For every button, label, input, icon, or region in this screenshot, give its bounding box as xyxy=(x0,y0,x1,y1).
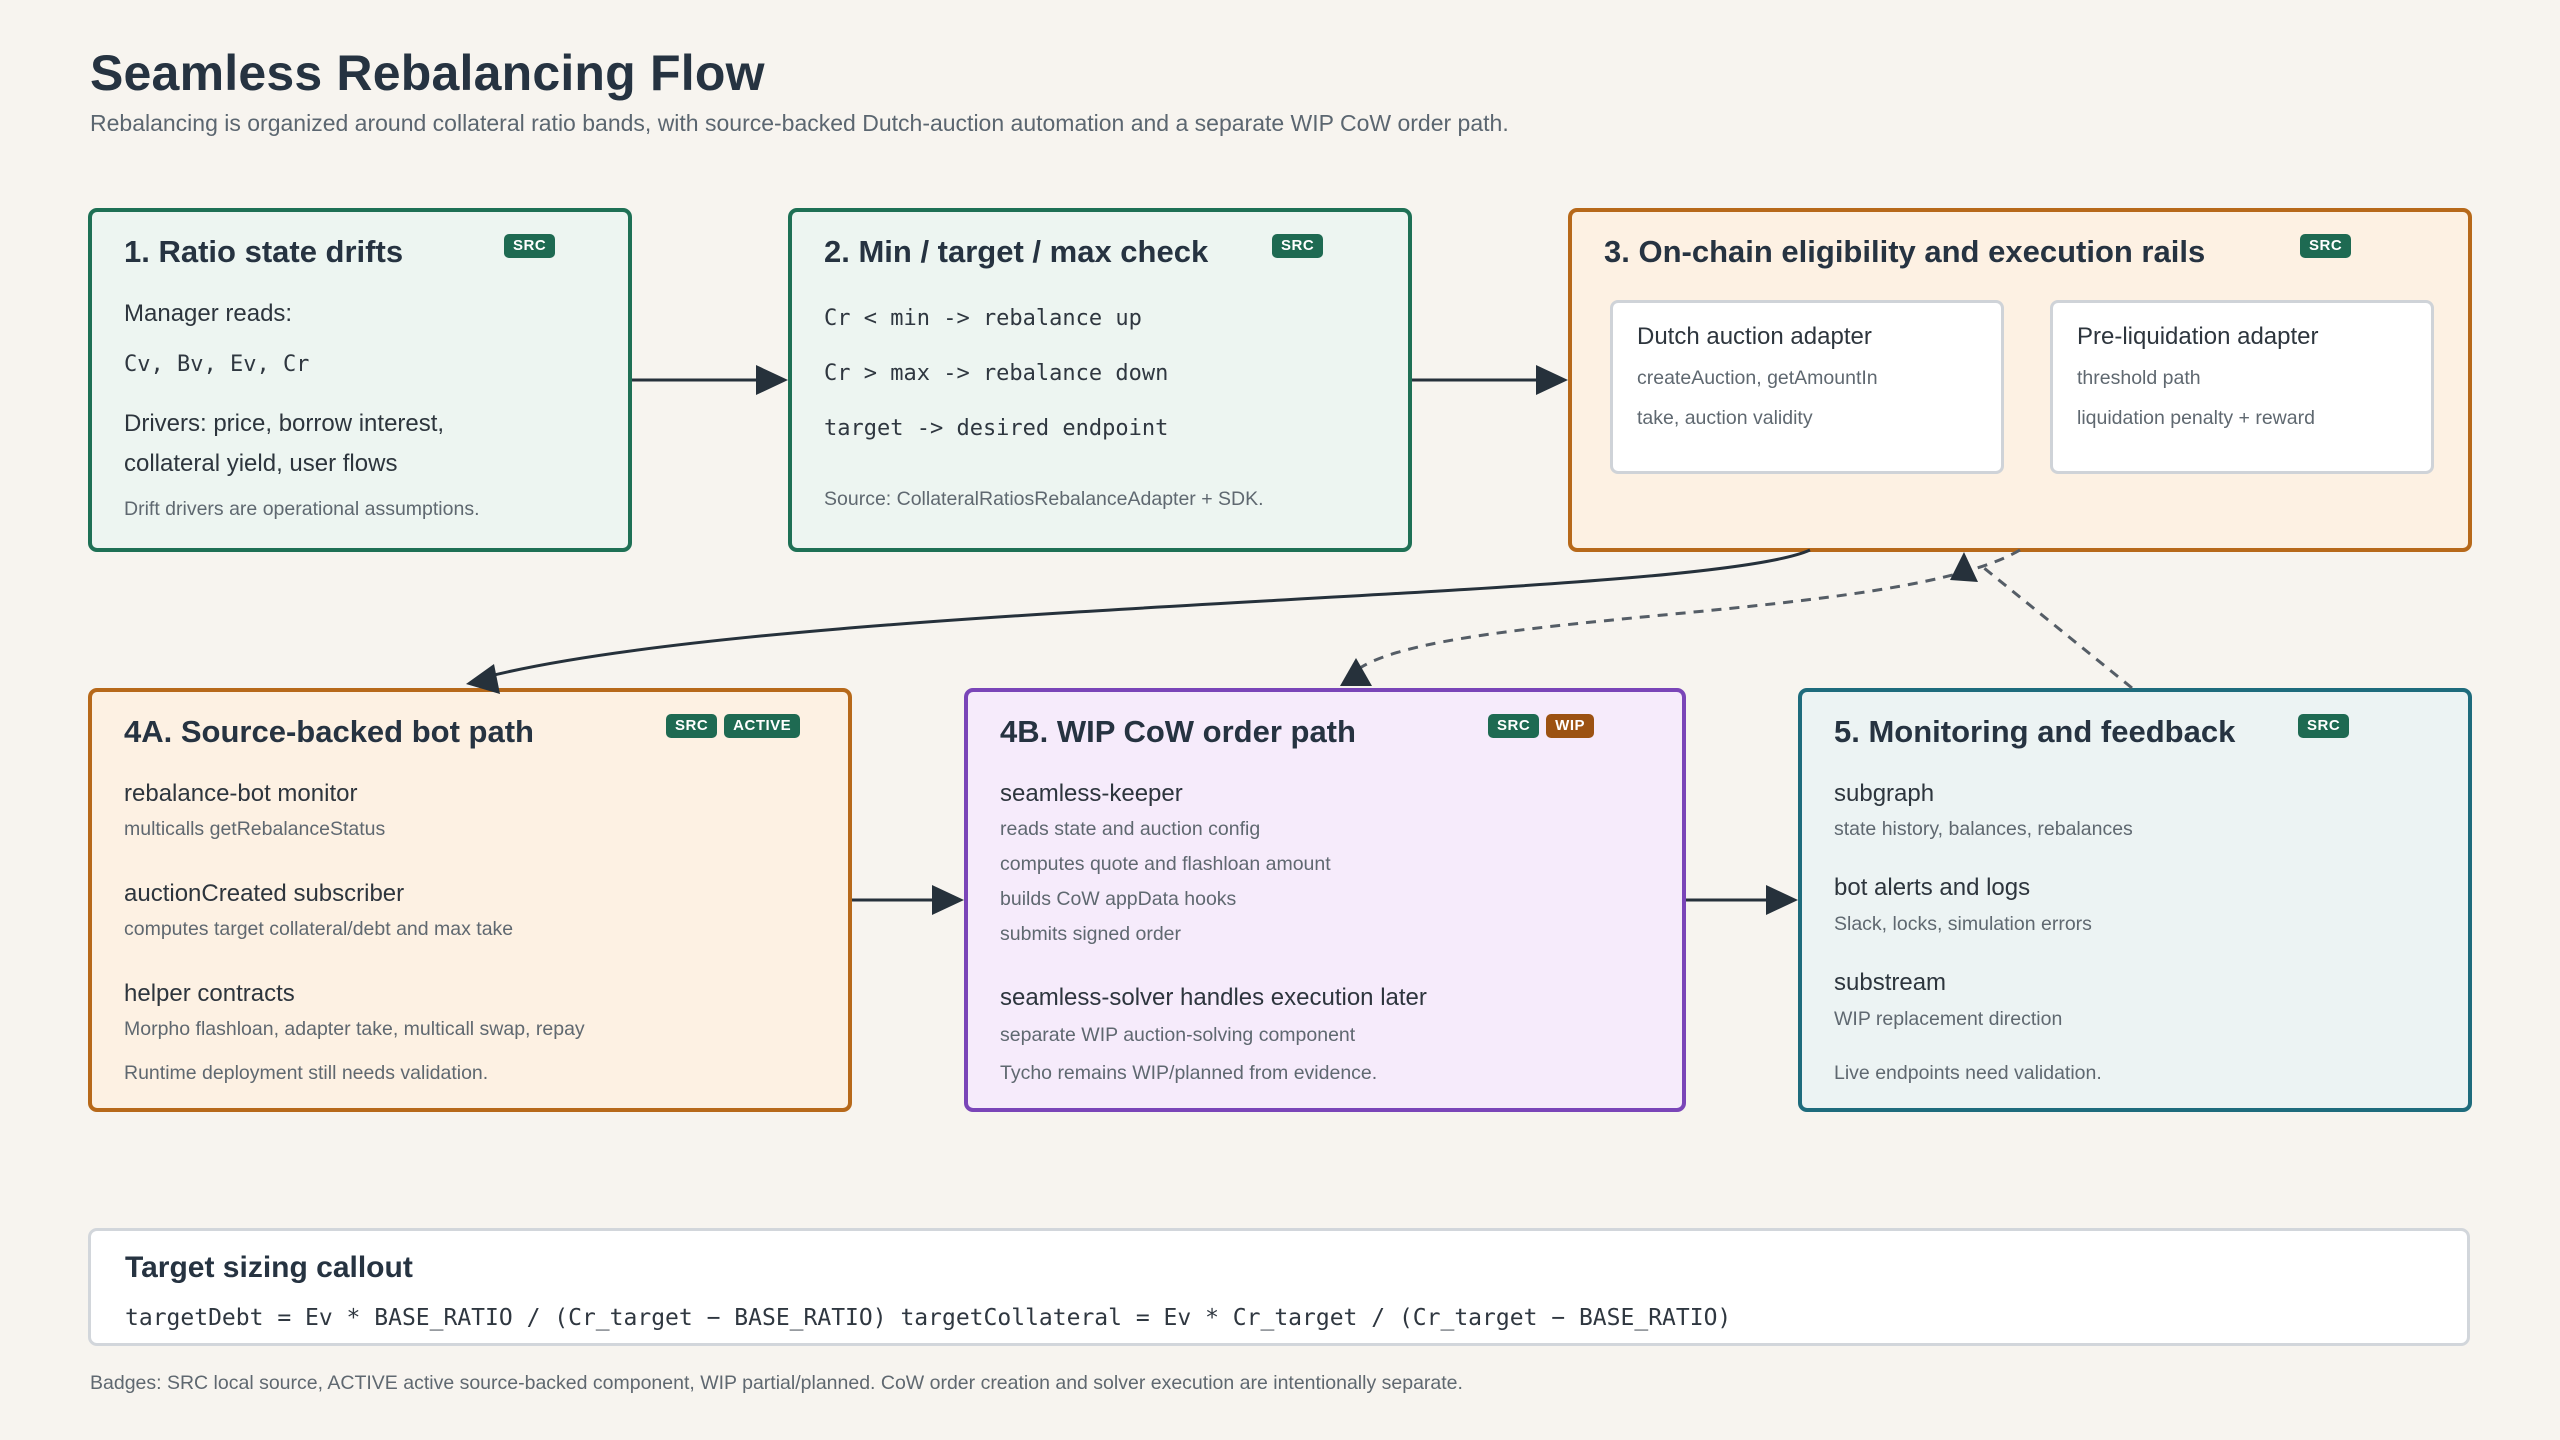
callout-title: Target sizing callout xyxy=(125,1251,413,1284)
drivers-line2: collateral yield, user flows xyxy=(124,450,398,477)
src-badge: SRC xyxy=(1272,234,1324,258)
step4a-badges: SRC ACTIVE xyxy=(666,714,801,738)
step5-note: Live endpoints need validation. xyxy=(1834,1062,2102,1084)
arrow-step3-to-step4a xyxy=(489,548,1811,678)
monitor-item-desc: WIP replacement direction xyxy=(1834,1008,2063,1030)
bot-item-desc: Morpho flashloan, adapter take, multical… xyxy=(124,1018,585,1040)
src-badge: SRC xyxy=(2298,714,2350,738)
manager-reads-label: Manager reads: xyxy=(124,300,293,327)
step4b-note: Tycho remains WIP/planned from evidence. xyxy=(1000,1062,1378,1084)
dutch-auction-line2: take, auction validity xyxy=(1637,407,1813,429)
pre-liquidation-adapter-box: Pre-liquidation adapter threshold path l… xyxy=(2050,300,2434,474)
badges-footnote: Badges: SRC local source, ACTIVE active … xyxy=(90,1372,1463,1394)
step1-note: Drift drivers are operational assumption… xyxy=(124,498,480,520)
arrowhead-step4b-to-step5 xyxy=(1766,885,1798,915)
bot-item-desc: multicalls getRebalanceStatus xyxy=(124,818,386,840)
src-badge: SRC xyxy=(1488,714,1540,738)
target-sizing-callout: Target sizing callout targetDebt = Ev * … xyxy=(88,1228,2470,1346)
monitor-item-title: bot alerts and logs xyxy=(1834,874,2031,901)
step3-title: 3. On-chain eligibility and execution ra… xyxy=(1604,234,2206,269)
arrowhead-step4a-to-step4b xyxy=(932,885,964,915)
monitor-item-desc: state history, balances, rebalances xyxy=(1834,818,2133,840)
step4b-title: 4B. WIP CoW order path xyxy=(1000,714,1356,749)
rule-rebalance-up: Cr < min -> rebalance up xyxy=(824,306,1142,331)
manager-reads-values: Cv, Bv, Ev, Cr xyxy=(124,352,310,377)
dutch-auction-title: Dutch auction adapter xyxy=(1637,323,1872,350)
rule-rebalance-down: Cr > max -> rebalance down xyxy=(824,361,1169,386)
arrowhead-step3-to-step4b xyxy=(1340,658,1372,686)
step2-source: Source: CollateralRatiosRebalanceAdapter… xyxy=(824,488,1264,510)
step2-title: 2. Min / target / max check xyxy=(824,234,1209,269)
active-badge: ACTIVE xyxy=(724,714,801,738)
callout-formula: targetDebt = Ev * BASE_RATIO / (Cr_targe… xyxy=(125,1305,1732,1331)
pre-liquidation-line1: threshold path xyxy=(2077,367,2201,389)
step5-card: 5. Monitoring and feedback SRC subgraph … xyxy=(1798,688,2472,1112)
page-title: Seamless Rebalancing Flow xyxy=(90,45,765,101)
src-badge: SRC xyxy=(504,234,556,258)
step4a-title: 4A. Source-backed bot path xyxy=(124,714,534,749)
page-subtitle: Rebalancing is organized around collater… xyxy=(90,110,1509,136)
pre-liquidation-line2: liquidation penalty + reward xyxy=(2077,407,2315,429)
monitor-item-title: substream xyxy=(1834,969,1947,996)
step3-badges: SRC xyxy=(2300,234,2352,258)
keeper-line: builds CoW appData hooks xyxy=(1000,888,1237,910)
src-badge: SRC xyxy=(666,714,718,738)
dutch-auction-adapter-box: Dutch auction adapter createAuction, get… xyxy=(1610,300,2004,474)
arrowhead-step5-to-step3 xyxy=(1950,552,1978,582)
keeper-line: computes quote and flashloan amount xyxy=(1000,853,1331,875)
arrowhead-step2-to-step3 xyxy=(1536,365,1568,395)
step2-card: 2. Min / target / max check SRC Cr < min… xyxy=(788,208,1412,552)
monitor-item-title: subgraph xyxy=(1834,780,1935,807)
monitor-item-desc: Slack, locks, simulation errors xyxy=(1834,913,2092,935)
bot-item-desc: computes target collateral/debt and max … xyxy=(124,918,514,940)
drivers-line1: Drivers: price, borrow interest, xyxy=(124,410,445,437)
step4b-badges: SRC WIP xyxy=(1488,714,1595,738)
step5-badges: SRC xyxy=(2298,714,2350,738)
step5-title: 5. Monitoring and feedback xyxy=(1834,714,2236,749)
keeper-line: reads state and auction config xyxy=(1000,818,1261,840)
pre-liquidation-title: Pre-liquidation adapter xyxy=(2077,323,2319,350)
rule-target: target -> desired endpoint xyxy=(824,416,1169,441)
solver-desc: separate WIP auction-solving component xyxy=(1000,1024,1356,1046)
src-badge: SRC xyxy=(2300,234,2352,258)
arrow-step3-to-step4b xyxy=(1359,548,2021,670)
bot-item-title: rebalance-bot monitor xyxy=(124,780,358,807)
step1-badges: SRC xyxy=(504,234,556,258)
step2-badges: SRC xyxy=(1272,234,1324,258)
keeper-title: seamless-keeper xyxy=(1000,780,1183,807)
step4a-card: 4A. Source-backed bot path SRC ACTIVE re… xyxy=(88,688,852,1112)
step1-title: 1. Ratio state drifts xyxy=(124,234,404,269)
dutch-auction-line1: createAuction, getAmountIn xyxy=(1637,367,1878,389)
bot-item-title: helper contracts xyxy=(124,980,295,1007)
step1-card: 1. Ratio state drifts SRC Manager reads:… xyxy=(88,208,632,552)
step3-card: 3. On-chain eligibility and execution ra… xyxy=(1568,208,2472,552)
wip-badge: WIP xyxy=(1546,714,1595,738)
step4b-card: 4B. WIP CoW order path SRC WIP seamless-… xyxy=(964,688,1686,1112)
solver-title: seamless-solver handles execution later xyxy=(1000,984,1427,1011)
step4a-note: Runtime deployment still needs validatio… xyxy=(124,1062,489,1084)
arrow-step5-to-step3 xyxy=(1983,566,2133,690)
bot-item-title: auctionCreated subscriber xyxy=(124,880,405,907)
arrowhead-step1-to-step2 xyxy=(756,365,788,395)
keeper-line: submits signed order xyxy=(1000,923,1182,945)
